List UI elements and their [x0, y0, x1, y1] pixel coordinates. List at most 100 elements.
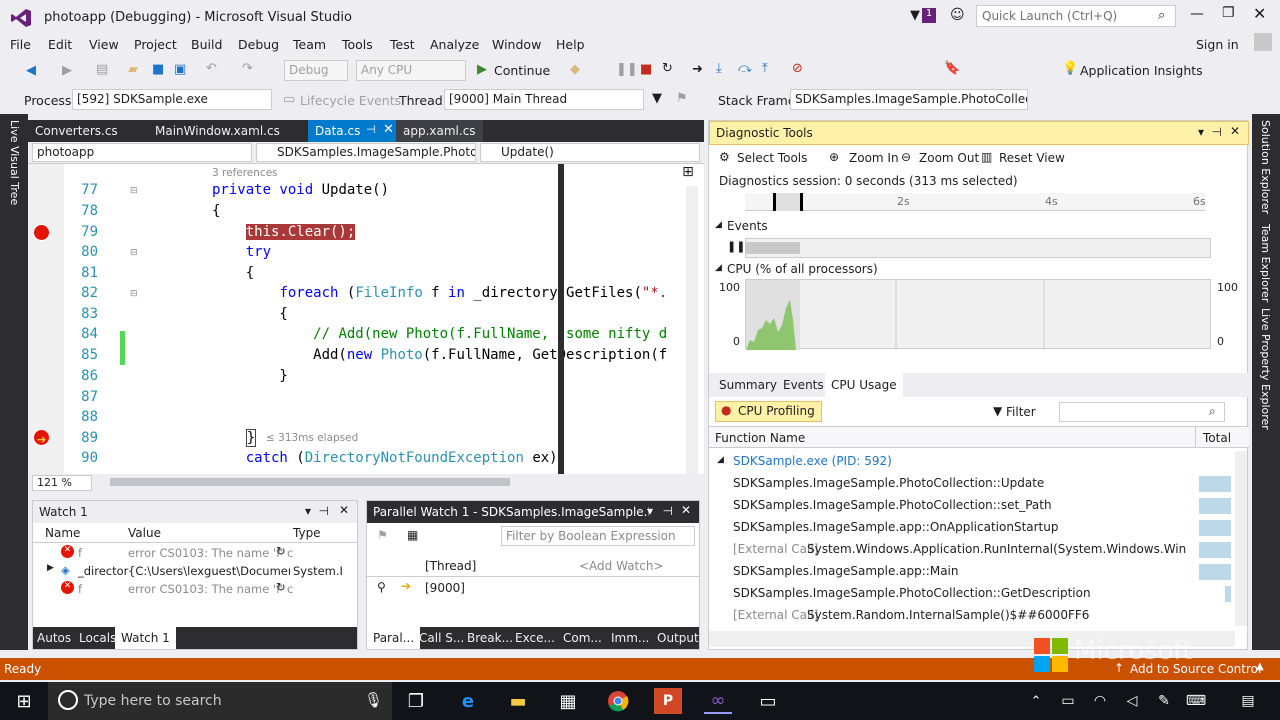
wifi-icon[interactable]: ◠ — [1086, 688, 1114, 714]
live-visual-tree-tab[interactable]: Live Visual Tree — [8, 120, 21, 205]
menu-edit[interactable]: Edit — [48, 37, 72, 52]
breakpoint-toggle-icon[interactable]: ⊘ — [792, 61, 803, 76]
search-icon[interactable]: ⌕ — [1158, 8, 1165, 23]
live-property-explorer-tab[interactable]: Live Property Explorer — [1259, 308, 1272, 430]
collapse-icon[interactable]: ◢ — [715, 220, 722, 230]
pin-icon[interactable]: ⊣ — [663, 504, 673, 518]
team-explorer-tab[interactable]: Team Explorer — [1259, 224, 1272, 302]
reset-view-icon[interactable]: ▥ — [981, 150, 992, 164]
tab-watch-1[interactable]: Watch 1 — [115, 627, 176, 649]
lifecycle-events-button[interactable]: Lifecycle Events — [300, 93, 401, 108]
expand-icon[interactable]: ▶ — [47, 563, 54, 573]
menu-project[interactable]: Project — [134, 37, 177, 52]
member-nav-select[interactable]: Update() — [480, 143, 700, 162]
close-icon[interactable]: ✕ — [339, 503, 349, 517]
list-item[interactable]: SDKSamples.ImageSample.app::OnApplicatio… — [709, 517, 1235, 539]
boolean-filter-input[interactable]: Filter by Boolean Expression — [501, 526, 695, 546]
menu-build[interactable]: Build — [191, 37, 222, 52]
column-total[interactable]: Total — [1203, 431, 1231, 445]
flag-thread-icon[interactable]: ⚑ — [676, 91, 688, 106]
cpu-graph[interactable] — [745, 279, 1211, 350]
code-lens-references[interactable]: 3 references — [212, 167, 278, 179]
app-insights-icon[interactable]: 💡 — [1062, 61, 1078, 76]
column-value[interactable]: Value — [128, 526, 161, 540]
notification-badge[interactable]: 1 — [922, 8, 936, 23]
menu-window[interactable]: Window — [492, 37, 541, 52]
tab-mainwindow[interactable]: MainWindow.xaml.cs — [148, 120, 287, 142]
stack-frame-select[interactable]: SDKSamples.ImageSample.PhotoCollectic — [790, 89, 1028, 110]
feedback-icon[interactable]: ☺ — [950, 7, 965, 23]
filter-button[interactable]: Filter — [1006, 405, 1036, 419]
tab-breakpoints[interactable]: Break... — [467, 631, 513, 645]
menu-help[interactable]: Help — [556, 37, 585, 52]
app-insights-button[interactable]: Application Insights — [1080, 63, 1203, 78]
sign-in-link[interactable]: Sign in — [1196, 37, 1239, 52]
list-item[interactable]: SDKSamples.ImageSample.PhotoCollection::… — [709, 473, 1235, 495]
column-function-name[interactable]: Function Name — [715, 431, 805, 445]
add-to-source-control-button[interactable]: Add to Source Control — [1130, 662, 1261, 676]
filter-icon[interactable]: ▼ — [993, 404, 1002, 418]
table-row[interactable]: ✕ f error CS0103: The name 'f' c ↻ — [33, 580, 357, 598]
bookmark-icon[interactable]: 🔖 — [944, 61, 960, 76]
list-item[interactable]: ◢ SDKSample.exe (PID: 592) — [709, 451, 1235, 473]
tab-app-xaml[interactable]: app.xaml.cs — [396, 120, 483, 142]
close-tab-icon[interactable]: ✕ — [383, 122, 394, 137]
pin-icon[interactable]: ⊣ — [1212, 125, 1222, 139]
pen-icon[interactable]: ✎ — [1150, 688, 1178, 714]
menu-test[interactable]: Test — [390, 37, 415, 52]
function-search-input[interactable] — [1059, 402, 1225, 422]
taskbar-search-input[interactable]: Type here to search — [84, 693, 222, 709]
menu-team[interactable]: Team — [293, 37, 326, 52]
notifications-icon[interactable]: ▤ — [1234, 688, 1262, 714]
zoom-select[interactable]: 121 % — [32, 475, 92, 491]
project-nav-select[interactable]: photoapp — [32, 143, 252, 162]
tab-output[interactable]: Output — [657, 631, 699, 645]
pause-icon[interactable]: ❚❚ — [727, 240, 745, 253]
table-row[interactable]: ▶ ◈ _director {C:\Users\lexguest\Documen… — [33, 562, 357, 580]
platform-select[interactable]: Any CPU — [356, 60, 466, 81]
dropdown-icon[interactable]: ▾ — [305, 504, 311, 518]
visual-studio-icon[interactable]: ∞ — [704, 688, 732, 714]
chevron-up-icon[interactable]: ▲ — [1256, 661, 1264, 672]
collapse-icon[interactable]: ◢ — [717, 455, 724, 465]
battery-icon[interactable]: ▭ — [1054, 688, 1082, 714]
splitter[interactable] — [558, 164, 564, 474]
continue-play-icon[interactable]: ▶ — [477, 62, 487, 77]
list-item[interactable]: [External Call] System.Windows.Applicati… — [709, 539, 1235, 561]
collapse-icon[interactable]: ⊟ — [130, 289, 138, 299]
windows-start-icon[interactable]: ⊞ — [10, 688, 38, 714]
reset-view-button[interactable]: Reset View — [999, 151, 1065, 165]
tab-immediate[interactable]: Imm... — [611, 631, 649, 645]
table-row[interactable]: ⚲ ➔ [9000] — [367, 579, 699, 597]
show-next-statement-icon[interactable]: ➜ — [692, 62, 703, 77]
vertical-scrollbar[interactable] — [1235, 451, 1247, 626]
chevron-up-icon[interactable]: ⌃ — [1022, 688, 1050, 714]
dropdown-icon[interactable]: ▾ — [1198, 125, 1204, 139]
table-row[interactable]: ✕ f error CS0103: The name 'f' c ↻ — [33, 544, 357, 562]
keyboard-icon[interactable]: ⌨ — [1182, 688, 1210, 714]
break-all-icon[interactable]: ❚❚ — [616, 62, 638, 77]
edge-icon[interactable]: e — [454, 688, 482, 714]
volume-icon[interactable]: ◁ — [1118, 688, 1146, 714]
step-out-icon[interactable]: ⤒ — [762, 61, 768, 76]
menu-file[interactable]: File — [10, 37, 31, 52]
refresh-icon[interactable]: ↻ — [276, 580, 286, 594]
thread-select[interactable]: [9000] Main Thread — [444, 89, 644, 110]
close-button[interactable]: ✕ — [1253, 4, 1266, 23]
menu-debug[interactable]: Debug — [238, 37, 279, 52]
open-file-icon[interactable]: ▰ — [128, 62, 138, 77]
zoom-out-button[interactable]: Zoom Out — [919, 151, 979, 165]
config-select[interactable]: Debug — [284, 60, 348, 81]
add-watch-column[interactable]: <Add Watch> — [579, 559, 664, 573]
forward-icon[interactable]: ▶ — [62, 63, 72, 78]
task-view-icon[interactable]: ❐ — [402, 688, 430, 714]
collapse-icon[interactable]: ⊟ — [130, 248, 138, 258]
avatar-icon[interactable] — [1254, 33, 1272, 51]
column-type[interactable]: Type — [293, 526, 321, 540]
timeline-ruler[interactable]: 2s 4s 6s — [745, 193, 1206, 211]
split-pane-icon[interactable]: ⊞ — [678, 164, 698, 184]
undo-icon[interactable]: ↶ — [206, 61, 217, 76]
selection-range[interactable] — [773, 193, 803, 211]
zoom-out-icon[interactable]: ⊖ — [901, 150, 911, 164]
breakpoint-icon[interactable] — [33, 224, 50, 241]
